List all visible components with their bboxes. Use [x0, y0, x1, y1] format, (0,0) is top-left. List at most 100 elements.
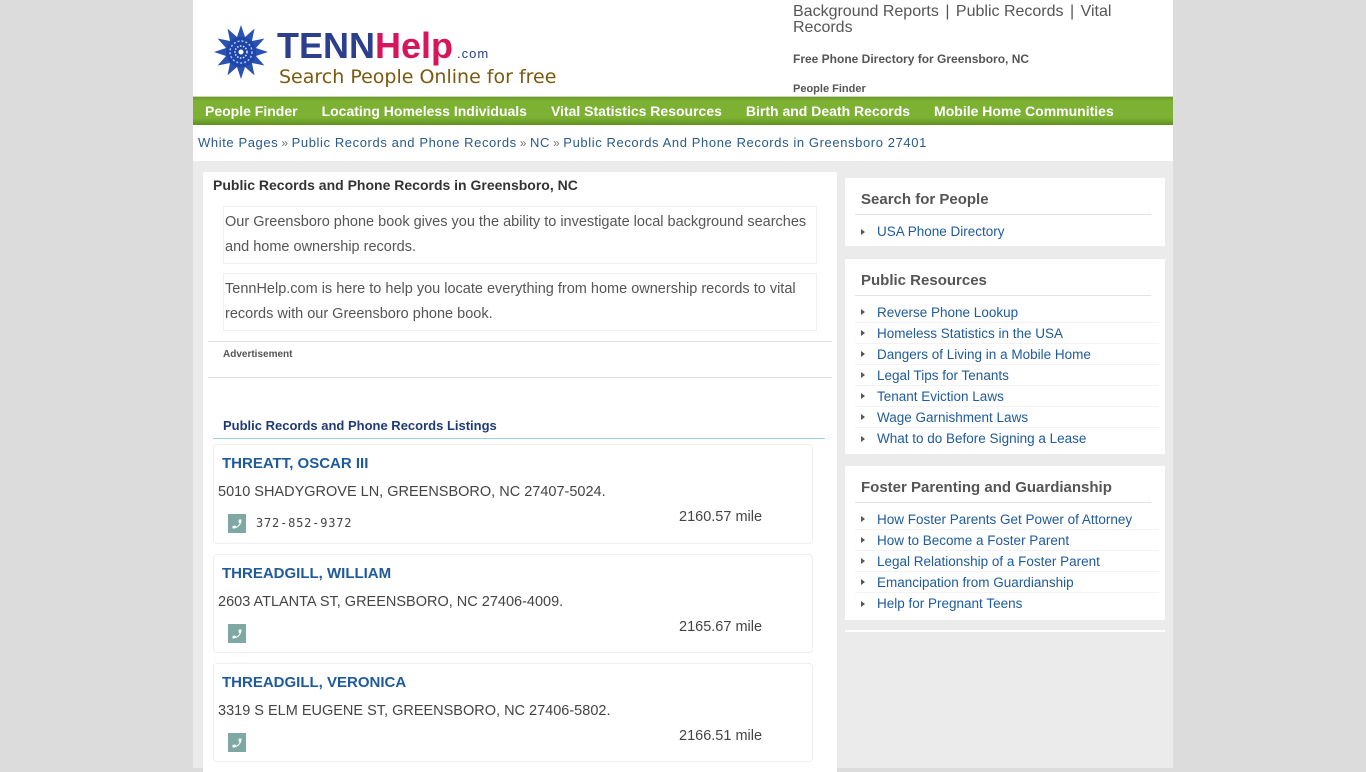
- sidebar-link[interactable]: Dangers of Living in a Mobile Home: [877, 347, 1091, 362]
- sidebar-link[interactable]: Reverse Phone Lookup: [877, 305, 1018, 320]
- sidebar-item: Emancipation from Guardianship: [855, 572, 1159, 593]
- nav-item-people-finder[interactable]: People Finder: [205, 103, 298, 119]
- sidebar-item: How to Become a Foster Parent: [855, 530, 1159, 551]
- page-container: TENNHelp .com Search People Online for fr…: [193, 0, 1173, 772]
- sidebar-item: Homeless Statistics in the USA: [855, 323, 1159, 344]
- main-nav: People Finder Locating Homeless Individu…: [193, 96, 1173, 125]
- listing-address: 5010 SHADYGROVE LN, GREENSBORO, NC 27407…: [218, 484, 606, 500]
- caret-right-icon: [861, 537, 865, 543]
- sidebar-link[interactable]: Homeless Statistics in the USA: [877, 326, 1063, 341]
- advertisement-label: Advertisement: [223, 349, 293, 360]
- flower-logo-icon: [214, 25, 268, 79]
- phone-icon: [228, 624, 246, 643]
- listing-address: 2603 ATLANTA ST, GREENSBORO, NC 27406-40…: [218, 594, 564, 610]
- separator: |: [945, 3, 950, 20]
- breadcrumb-current[interactable]: Public Records And Phone Records in Gree…: [563, 135, 927, 150]
- breadcrumb-separator: »: [281, 136, 289, 150]
- sidebar-title: Foster Parenting and Guardianship: [855, 479, 1151, 503]
- caret-right-icon: [861, 351, 865, 357]
- caret-right-icon: [861, 414, 865, 420]
- sidebar-item: Reverse Phone Lookup: [855, 302, 1159, 323]
- breadcrumb-public-records[interactable]: Public Records and Phone Records: [292, 135, 517, 150]
- nav-item-locating-homeless[interactable]: Locating Homeless Individuals: [322, 103, 527, 119]
- brand-suffix: .com: [457, 46, 490, 61]
- breadcrumb-nc[interactable]: NC: [530, 135, 550, 150]
- brand-tagline: Search People Online for free: [279, 66, 557, 88]
- brand-part-tenn: TENN: [277, 25, 375, 66]
- sidebar-item: Tenant Eviction Laws: [855, 386, 1159, 407]
- caret-right-icon: [861, 372, 865, 378]
- header-subtitle: Free Phone Directory for Greensboro, NC: [793, 52, 1030, 66]
- caret-right-icon: [861, 330, 865, 336]
- top-link-public-records[interactable]: Public Records: [956, 3, 1064, 20]
- sidebar-link[interactable]: What to do Before Signing a Lease: [877, 431, 1086, 446]
- caret-right-icon: [861, 600, 865, 607]
- caret-right-icon: [861, 228, 865, 235]
- caret-right-icon: [861, 579, 865, 585]
- breadcrumb-separator: »: [519, 136, 528, 150]
- listing-name-link[interactable]: THREADGILL, WILLIAM: [222, 565, 391, 582]
- phone-icon: [228, 514, 246, 533]
- nav-item-birth-death-records[interactable]: Birth and Death Records: [746, 103, 910, 119]
- caret-right-icon: [861, 435, 865, 442]
- listing-phone: 372-852-9372: [256, 516, 353, 530]
- listings-heading: Public Records and Phone Records Listing…: [213, 418, 825, 439]
- listing-card: THREADGILL, WILLIAM 2603 ATLANTA ST, GRE…: [213, 554, 813, 653]
- sidebar-link[interactable]: Legal Relationship of a Foster Parent: [877, 554, 1100, 569]
- phone-icon: [228, 733, 246, 752]
- sidebar-item: Help for Pregnant Teens: [855, 593, 1159, 614]
- sidebar-list: How Foster Parents Get Power of Attorney…: [855, 509, 1159, 614]
- sidebar-title: Search for People: [855, 191, 1151, 215]
- listing-distance: 2166.51 mile: [679, 728, 763, 744]
- nav-item-vital-statistics[interactable]: Vital Statistics Resources: [551, 103, 722, 119]
- sidebar-item: What to do Before Signing a Lease: [855, 428, 1159, 449]
- caret-right-icon: [861, 393, 865, 399]
- header-right: Background Reports | Public Records | Vi…: [793, 4, 1163, 96]
- breadcrumb-separator: »: [553, 136, 561, 150]
- sidebar-search-for-people: Search for People USA Phone Directory: [845, 178, 1165, 246]
- listing-name-link[interactable]: THREATT, OSCAR III: [222, 455, 368, 472]
- site-logo[interactable]: TENNHelp .com Search People Online for fr…: [213, 24, 557, 90]
- sidebar-link[interactable]: Wage Garnishment Laws: [877, 410, 1028, 425]
- listing-address: 3319 S ELM EUGENE ST, GREENSBORO, NC 274…: [218, 703, 611, 719]
- top-links: Background Reports | Public Records | Vi…: [793, 4, 1163, 36]
- top-link-background-reports[interactable]: Background Reports: [793, 3, 939, 20]
- sidebar-item: USA Phone Directory: [855, 221, 1159, 242]
- sidebar-title: Public Resources: [855, 272, 1151, 296]
- sidebar-public-resources: Public Resources Reverse Phone Lookup Ho…: [845, 259, 1165, 454]
- sidebar-item: Legal Tips for Tenants: [855, 365, 1159, 386]
- intro-paragraph-2: TennHelp.com is here to help you locate …: [223, 273, 817, 331]
- header-subtitle-people-finder: People Finder: [793, 83, 866, 95]
- nav-item-mobile-home[interactable]: Mobile Home Communities: [934, 103, 1114, 119]
- sidebar-item: Wage Garnishment Laws: [855, 407, 1159, 428]
- listing-card: THREADGILL, VERONICA 3319 S ELM EUGENE S…: [213, 663, 813, 762]
- sidebar-list: USA Phone Directory: [855, 221, 1159, 242]
- listing-name-link[interactable]: THREADGILL, VERONICA: [222, 674, 406, 691]
- breadcrumb: White Pages» Public Records and Phone Rec…: [193, 125, 1173, 161]
- sidebar-item: How Foster Parents Get Power of Attorney: [855, 509, 1159, 530]
- caret-right-icon: [861, 516, 865, 522]
- sidebar-link[interactable]: Emancipation from Guardianship: [877, 575, 1074, 590]
- sidebar-link[interactable]: How to Become a Foster Parent: [877, 533, 1069, 548]
- page-title: Public Records and Phone Records in Gree…: [213, 177, 578, 193]
- sidebar-link[interactable]: How Foster Parents Get Power of Attorney: [877, 512, 1132, 527]
- sidebar-link[interactable]: USA Phone Directory: [877, 224, 1005, 239]
- sidebar-link[interactable]: Tenant Eviction Laws: [877, 389, 1004, 404]
- caret-right-icon: [861, 558, 865, 564]
- listing-distance: 2165.67 mile: [679, 619, 763, 635]
- site-header: TENNHelp .com Search People Online for fr…: [193, 0, 1173, 96]
- separator: |: [1069, 3, 1075, 20]
- listing-distance: 2160.57 mile: [679, 509, 763, 525]
- sidebar-item: Dangers of Living in a Mobile Home: [855, 344, 1159, 365]
- sidebar-item: Legal Relationship of a Foster Parent: [855, 551, 1159, 572]
- breadcrumb-white-pages[interactable]: White Pages: [198, 135, 278, 150]
- sidebar-link[interactable]: Help for Pregnant Teens: [877, 596, 1022, 611]
- sidebar-link[interactable]: Legal Tips for Tenants: [877, 368, 1009, 383]
- sidebar-divider: [845, 630, 1165, 632]
- sidebar-foster-parenting: Foster Parenting and Guardianship How Fo…: [845, 466, 1165, 620]
- advertisement-block: Advertisement: [208, 341, 832, 378]
- listing-card: THREATT, OSCAR III 5010 SHADYGROVE LN, G…: [213, 444, 813, 544]
- caret-right-icon: [861, 309, 865, 315]
- sidebar-list: Reverse Phone Lookup Homeless Statistics…: [855, 302, 1159, 449]
- brand-part-help: Help: [375, 25, 454, 66]
